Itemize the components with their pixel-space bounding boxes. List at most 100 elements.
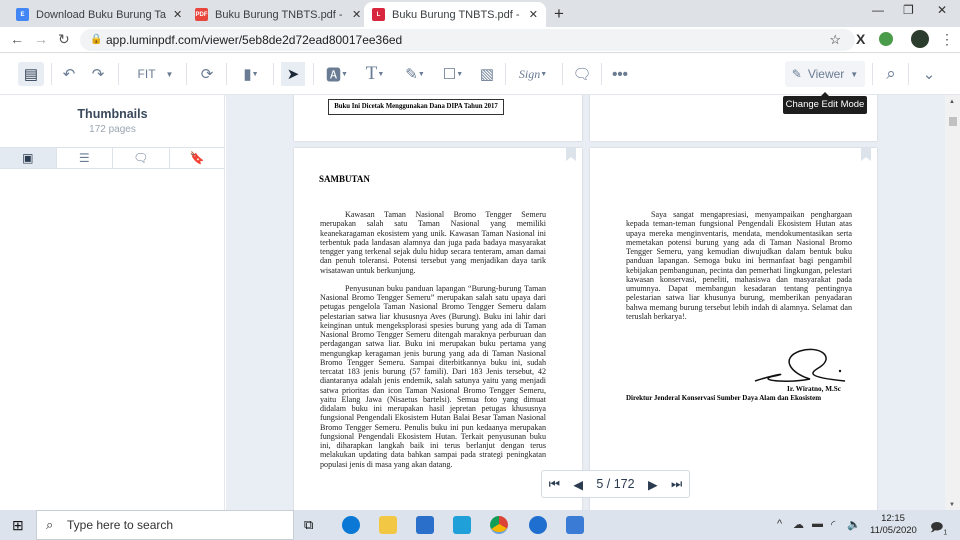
forward-icon[interactable]: → — [34, 31, 48, 47]
extension-x-icon[interactable]: X — [856, 31, 865, 47]
lumin-app-icon[interactable] — [453, 516, 471, 534]
shape-icon[interactable]: ☐ ▼ — [438, 62, 468, 86]
signer-name: Ir. Wiratno, M.Sc — [787, 385, 841, 393]
file-explorer-icon[interactable] — [379, 516, 397, 534]
mail-icon[interactable] — [416, 516, 434, 534]
browser-tab-active[interactable]: L Buku Burung TNBTS.pdf - Lumin ✕ — [364, 2, 546, 27]
add-comment-icon[interactable]: 🗨 — [571, 62, 593, 86]
bookmark-icon[interactable] — [566, 148, 576, 161]
thumbnails-sidebar: Thumbnails 172 pages ▣ ☰ 🗨 🔖 — [0, 95, 225, 510]
pdf-page-6: Saya sangat mengapresiasi, menyampaikan … — [590, 148, 877, 510]
tab-comments-icon[interactable]: 🗨 — [113, 148, 170, 168]
scroll-thumb[interactable] — [949, 117, 957, 126]
zoom-select[interactable]: FIT ▼ — [133, 62, 178, 86]
scroll-down-icon[interactable]: ▼ — [949, 502, 955, 508]
search-icon[interactable]: ⌕ — [880, 62, 902, 86]
signature — [754, 348, 846, 382]
onedrive-icon[interactable]: ☁ — [793, 518, 804, 531]
pdf-page-5: SAMBUTAN Kawasan Taman Nasional Bromo Te… — [294, 148, 582, 510]
minimize-button[interactable]: — — [872, 3, 884, 17]
collapse-toolbar-icon[interactable]: ⌄ — [918, 62, 940, 86]
back-icon[interactable]: ← — [10, 31, 24, 47]
page-tools-icon[interactable]: ▮ ▼ — [236, 62, 266, 86]
toggle-sidebar-icon[interactable]: ▤ — [18, 62, 44, 86]
notifications-icon[interactable]: 🗩1 — [930, 518, 947, 539]
address-bar-row: ← → ↻ 🔒 app.luminpdf.com/viewer/5eb8de2d… — [0, 27, 960, 53]
more-icon[interactable]: ••• — [609, 62, 631, 86]
signer-title: Direktur Jenderal Konservasi Sumber Daya… — [626, 394, 822, 402]
pdf-page: Buku Ini Dicetak Menggunakan Dana DIPA T… — [294, 95, 582, 141]
zoom-value: FIT — [137, 67, 156, 81]
first-page-icon[interactable]: ⏮ — [549, 477, 560, 492]
photos-icon[interactable] — [566, 516, 584, 534]
page-navigator: ⏮ ◀ 5 / 172 ▶ ⏭ — [541, 470, 690, 498]
battery-icon[interactable]: ▬ — [812, 518, 823, 530]
tab-thumbnails-icon[interactable]: ▣ — [0, 148, 57, 168]
rotate-icon[interactable]: ⟳ — [196, 62, 218, 86]
bookmark-icon[interactable] — [861, 148, 871, 161]
chrome-menu-icon[interactable]: ⋮ — [940, 31, 954, 48]
taskbar-search-input[interactable]: ⌕ Type here to search — [36, 510, 294, 540]
scroll-up-icon[interactable]: ▲ — [949, 99, 955, 105]
volume-icon[interactable]: 🔈 — [847, 518, 861, 531]
windows-taskbar: ⊞ ⌕ Type here to search ⧉ ^ ☁ ▬ ◜ 🔈 12:1… — [0, 510, 960, 540]
last-page-icon[interactable]: ⏭ — [671, 477, 682, 492]
lumin-icon: L — [372, 8, 385, 21]
redo-icon[interactable]: ↷ — [87, 62, 109, 86]
lumin-toolbar: ▤ ↶ ↷ FIT ▼ ⟳ ▮ ▼ ➤ 🅰 ▼ T ▼ ✎ ▼ ☐ ▼ ▧ Sign ▼ 🗨 … — [0, 54, 960, 95]
bluetooth-icon[interactable] — [529, 516, 547, 534]
next-page-icon[interactable]: ▶ — [648, 477, 658, 492]
chevron-down-icon: ▼ — [165, 69, 174, 79]
prev-page-icon[interactable]: ◀ — [573, 477, 583, 492]
free-text-icon[interactable]: T ▼ — [360, 62, 390, 86]
tray-chevron-icon[interactable]: ^ — [777, 518, 782, 530]
tab-bookmarks-icon[interactable]: 🔖 — [170, 148, 226, 168]
pen-icon[interactable]: ✎ ▼ — [400, 62, 430, 86]
browser-tab[interactable]: PDF Buku Burung TNBTS.pdf - Google ✕ — [187, 2, 369, 27]
task-view-icon[interactable]: ⧉ — [304, 517, 313, 533]
paragraph: Penyusunan buku panduan lapangan “Burung… — [320, 283, 546, 469]
tab-title: Download Buku Burung Taman N — [36, 8, 166, 21]
undo-icon[interactable]: ↶ — [58, 62, 80, 86]
windows-start-icon[interactable]: ⊞ — [12, 517, 24, 534]
wifi-icon[interactable]: ◜ — [831, 518, 835, 531]
bookmark-star-icon[interactable]: ☆ — [829, 29, 841, 51]
close-tab-icon[interactable]: ✕ — [352, 8, 361, 21]
vertical-scrollbar[interactable]: ▲ ▼ — [945, 95, 960, 510]
document-canvas[interactable]: Buku Ini Dicetak Menggunakan Dana DIPA T… — [226, 95, 945, 510]
extension-globe-icon[interactable] — [879, 32, 893, 46]
tab-outline-icon[interactable]: ☰ — [57, 148, 113, 168]
close-window-button[interactable]: ✕ — [937, 3, 947, 17]
browser-tab[interactable]: E Download Buku Burung Taman N ✕ — [8, 2, 190, 27]
paragraph: Saya sangat mengapresiasi, menyampaikan … — [626, 210, 852, 321]
clock[interactable]: 12:15 11/05/2020 — [870, 513, 917, 537]
page-indicator-input[interactable]: 5 / 172 — [596, 477, 634, 491]
paragraph: Kawasan Taman Nasional Bromo Tengger Sem… — [320, 210, 546, 275]
lock-icon: 🔒 — [90, 34, 103, 45]
mode-label: Viewer — [807, 67, 845, 81]
select-pointer-icon[interactable]: ➤ — [281, 62, 305, 86]
chrome-icon[interactable] — [490, 516, 508, 534]
browser-tabstrip: E Download Buku Burung Taman N ✕ PDF Buk… — [0, 0, 960, 27]
edge-icon[interactable] — [342, 516, 360, 534]
reload-icon[interactable]: ↻ — [58, 31, 70, 48]
sign-button[interactable]: Sign ▼ — [512, 62, 554, 86]
new-tab-button[interactable]: + — [554, 4, 564, 24]
edit-mode-button[interactable]: ✎ Viewer ▼ — [785, 61, 865, 87]
highlight-text-icon[interactable]: 🅰 ▼ — [322, 62, 352, 86]
url-text: app.luminpdf.com/viewer/5eb8de2d72ead800… — [106, 33, 403, 47]
tab-title: Buku Burung TNBTS.pdf - Lumin — [391, 8, 522, 21]
date: 11/05/2020 — [870, 525, 917, 536]
close-tab-icon[interactable]: ✕ — [173, 8, 182, 21]
pencil-icon: ✎ — [791, 67, 802, 81]
close-tab-icon[interactable]: ✕ — [529, 8, 538, 21]
image-icon[interactable]: ▧ — [476, 62, 498, 86]
page-heading: SAMBUTAN — [319, 174, 370, 184]
notification-count: 1 — [943, 529, 948, 537]
restore-button[interactable]: ❐ — [903, 3, 914, 17]
time: 12:15 — [881, 513, 905, 524]
search-icon: ⌕ — [46, 517, 54, 532]
url-input[interactable]: 🔒 app.luminpdf.com/viewer/5eb8de2d72ead8… — [80, 29, 855, 51]
google-docs-icon: E — [16, 8, 29, 21]
profile-avatar[interactable] — [911, 30, 929, 48]
